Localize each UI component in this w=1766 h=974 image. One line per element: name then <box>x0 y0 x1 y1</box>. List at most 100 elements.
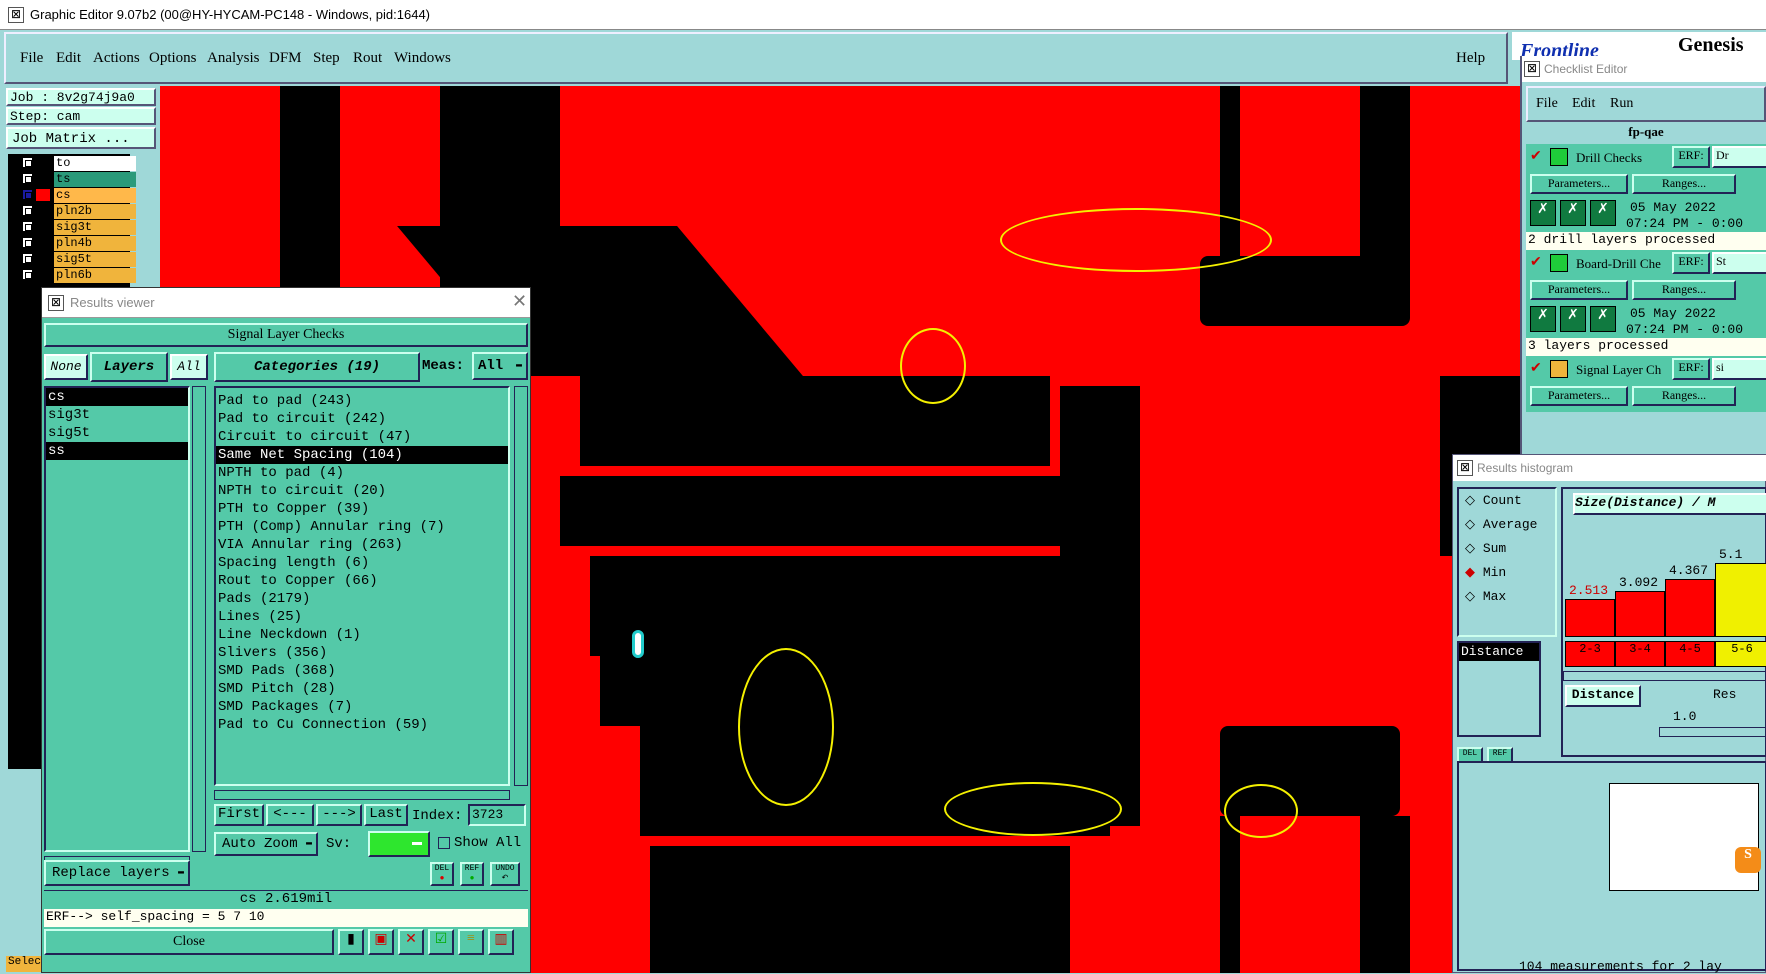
list-item[interactable]: Pad to pad (243) <box>216 392 508 410</box>
histogram-hscroll[interactable] <box>1563 671 1766 681</box>
sv-color-dropdown[interactable]: ▬ <box>368 831 430 857</box>
bin-label[interactable]: 2-3 <box>1565 641 1615 667</box>
layer-checkbox[interactable] <box>22 189 33 200</box>
list-item[interactable]: Pad to Cu Connection (59) <box>216 716 508 734</box>
list-item[interactable]: Rout to Copper (66) <box>216 572 508 590</box>
list-item[interactable]: Pads (2179) <box>216 590 508 608</box>
list-item[interactable]: Circuit to circuit (47) <box>216 428 508 446</box>
tool-icon-5[interactable]: ≡ <box>458 929 484 955</box>
check-enabled-icon[interactable]: ✔ <box>1530 254 1542 271</box>
index-input[interactable]: 3723 <box>468 804 526 826</box>
bin-label[interactable]: 5-6 <box>1715 641 1766 667</box>
layer-name[interactable]: cs <box>54 188 136 203</box>
job-matrix-button[interactable]: Job Matrix ... <box>6 127 156 149</box>
list-item[interactable]: Line Neckdown (1) <box>216 626 508 644</box>
layer-row[interactable]: pln4b <box>18 236 138 251</box>
menu-edit[interactable]: Edit <box>56 50 81 67</box>
undo-button[interactable]: UNDO ↶ <box>490 862 520 886</box>
tool-icon-1[interactable]: ▮ <box>338 929 364 955</box>
next-button[interactable]: ---> <box>316 804 362 826</box>
checklist-menu-file[interactable]: File <box>1536 96 1558 112</box>
list-item[interactable]: Spacing length (6) <box>216 554 508 572</box>
layer-row[interactable]: pln6b <box>18 268 138 283</box>
menu-options[interactable]: Options <box>149 50 197 67</box>
meas-dropdown[interactable]: All ▬ <box>472 352 528 380</box>
histogram-bar[interactable] <box>1565 599 1615 637</box>
close-icon[interactable]: ✕ <box>512 291 527 312</box>
ranges-button[interactable]: Ranges... <box>1632 174 1736 194</box>
categories-tab[interactable]: Categories (19) <box>214 352 420 382</box>
categories-scrollbar[interactable] <box>514 386 528 786</box>
parameters-button[interactable]: Parameters... <box>1530 174 1628 194</box>
show-all-checkbox[interactable] <box>438 837 450 849</box>
list-item[interactable]: PTH (Comp) Annular ring (7) <box>216 518 508 536</box>
s-logo-icon[interactable]: S <box>1735 847 1761 873</box>
list-item[interactable]: Slivers (356) <box>216 644 508 662</box>
menu-file[interactable]: File <box>20 50 43 67</box>
check-enabled-icon[interactable]: ✔ <box>1530 360 1542 377</box>
list-item[interactable]: SMD Pads (368) <box>216 662 508 680</box>
del-button[interactable]: DEL ● <box>430 862 454 886</box>
list-item[interactable]: NPTH to pad (4) <box>216 464 508 482</box>
list-item[interactable]: SMD Packages (7) <box>216 698 508 716</box>
menu-rout[interactable]: Rout <box>353 50 382 67</box>
menu-help[interactable]: Help <box>1456 50 1485 67</box>
list-item[interactable]: VIA Annular ring (263) <box>216 536 508 554</box>
distance-button[interactable]: Distance <box>1565 685 1641 707</box>
checklist-menu-run[interactable]: Run <box>1610 96 1633 112</box>
parameters-button[interactable]: Parameters... <box>1530 386 1628 406</box>
erf-label[interactable]: ERF: <box>1672 358 1710 380</box>
list-item[interactable]: Same Net Spacing (104) <box>216 446 508 464</box>
layer-checkbox[interactable] <box>22 173 33 184</box>
layer-checkbox[interactable] <box>22 237 33 248</box>
layer-row[interactable]: pln2b <box>18 204 138 219</box>
erf-label[interactable]: ERF: <box>1672 146 1710 168</box>
run-action-icon[interactable]: ✗ <box>1530 306 1556 332</box>
layer-name[interactable]: sig5t <box>54 252 136 267</box>
tool-icon-4[interactable]: ☑ <box>428 929 454 955</box>
layer-results-list[interactable]: cs sig3t sig5t ss <box>44 386 190 852</box>
none-button[interactable]: None <box>44 354 88 380</box>
list-item[interactable]: PTH to Copper (39) <box>216 500 508 518</box>
list-item[interactable]: sig3t <box>46 406 188 424</box>
list-item[interactable]: Lines (25) <box>216 608 508 626</box>
tool-icon-3[interactable]: ✕ <box>398 929 424 955</box>
option-max[interactable]: ◇ Max <box>1465 589 1506 604</box>
layer-name[interactable]: pln4b <box>54 236 136 251</box>
erf-label[interactable]: ERF: <box>1672 252 1710 274</box>
layer-name[interactable]: sig3t <box>54 220 136 235</box>
erf-value[interactable]: si <box>1712 358 1766 380</box>
list-item[interactable]: SMD Pitch (28) <box>216 680 508 698</box>
ranges-button[interactable]: Ranges... <box>1632 280 1736 300</box>
layer-checkbox[interactable] <box>22 205 33 216</box>
layer-list-scrollbar[interactable] <box>192 386 206 852</box>
layers-tab[interactable]: Layers <box>90 352 168 382</box>
layer-checkbox[interactable] <box>22 253 33 264</box>
resolution-slider[interactable] <box>1659 727 1766 737</box>
histogram-icon[interactable]: ▥ <box>488 929 514 955</box>
bin-label[interactable]: 3-4 <box>1615 641 1665 667</box>
layer-row[interactable]: sig5t <box>18 252 138 267</box>
list-item[interactable]: sig5t <box>46 424 188 442</box>
first-button[interactable]: First <box>214 804 264 826</box>
list-item[interactable]: Distance <box>1459 643 1539 661</box>
run-action-icon[interactable]: ✗ <box>1590 200 1616 226</box>
layer-row[interactable]: cs <box>18 188 138 203</box>
option-sum[interactable]: ◇ Sum <box>1465 541 1506 556</box>
layer-name[interactable]: ts <box>54 172 136 187</box>
histogram-bar[interactable] <box>1665 579 1715 637</box>
layer-name[interactable]: pln2b <box>54 204 136 219</box>
list-item[interactable]: NPTH to circuit (20) <box>216 482 508 500</box>
preview-box[interactable] <box>1609 783 1759 891</box>
list-item[interactable]: cs <box>46 388 188 406</box>
erf-value[interactable]: St <box>1712 252 1766 274</box>
zoom-dropdown[interactable]: Auto Zoom ▬ <box>214 832 318 856</box>
layer-row[interactable]: sig3t <box>18 220 138 235</box>
ranges-button[interactable]: Ranges... <box>1632 386 1736 406</box>
run-action-icon[interactable]: ✗ <box>1560 306 1586 332</box>
run-action-icon[interactable]: ✗ <box>1590 306 1616 332</box>
categories-hscroll[interactable] <box>214 790 510 800</box>
list-item[interactable]: Pad to circuit (242) <box>216 410 508 428</box>
layer-checkbox[interactable] <box>22 269 33 280</box>
list-item[interactable]: ss <box>46 442 188 460</box>
